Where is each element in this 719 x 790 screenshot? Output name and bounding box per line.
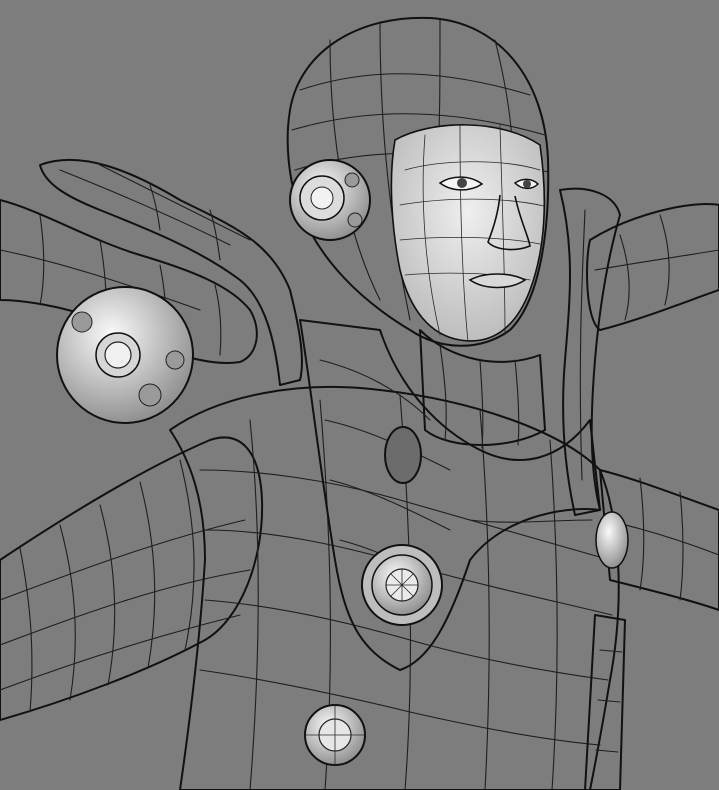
pupil-right <box>523 180 531 188</box>
arm-joint-right <box>595 511 629 569</box>
left-arm <box>0 436 264 721</box>
harness-slot <box>384 426 422 484</box>
side-strap-right <box>584 614 626 790</box>
shoulder-joint-left <box>56 286 194 424</box>
neck <box>419 329 546 449</box>
wireframe-render <box>0 16 719 790</box>
chest-valve <box>361 544 443 626</box>
3d-viewport[interactable] <box>0 0 719 790</box>
shoulder-brace-right <box>559 187 719 569</box>
waist-gear <box>304 704 366 766</box>
face <box>390 124 546 343</box>
ear-module <box>289 159 371 241</box>
pupil-left <box>457 178 467 188</box>
chest-harness <box>299 319 601 671</box>
